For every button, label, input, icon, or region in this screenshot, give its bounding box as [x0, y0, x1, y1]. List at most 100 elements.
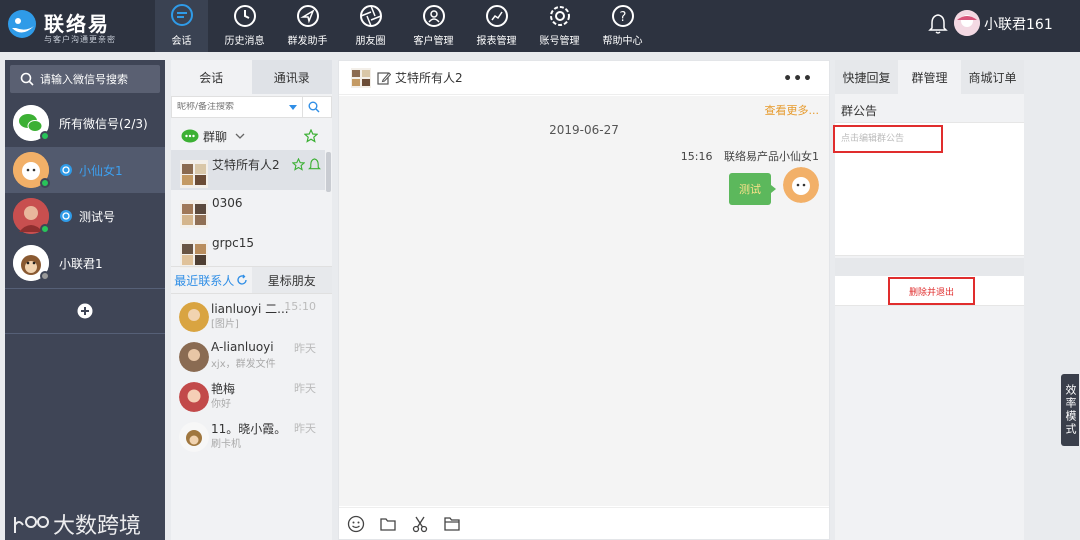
tab-quick-reply[interactable]: 快捷回复 — [835, 60, 898, 94]
tab-group-management[interactable]: 群管理 — [898, 60, 961, 94]
group-name: 0306 — [212, 196, 243, 210]
group-name: 艾特所有人2 — [212, 158, 280, 172]
search-icon — [20, 72, 34, 86]
recent-contact-item[interactable]: lianluoyi 二... [图片] 15:10 — [171, 298, 332, 338]
account-name: 小联君1 — [59, 256, 103, 271]
group-chat-header[interactable]: 群聊 — [171, 124, 332, 148]
online-dot — [40, 224, 50, 234]
group-item-actions — [289, 158, 321, 171]
group-item[interactable]: grpc15 — [171, 230, 325, 270]
logo-bird-icon — [8, 10, 36, 38]
plus-circle-icon — [77, 303, 93, 319]
tab-sessions[interactable]: 会话 — [171, 60, 252, 94]
account-all[interactable]: 所有微信号(2/3) — [5, 100, 165, 146]
scissors-icon[interactable] — [411, 515, 429, 533]
quit-row: 删除并退出 — [835, 276, 1024, 306]
bell-icon[interactable] — [928, 13, 948, 35]
message-sender: 联络易产品小仙女1 — [724, 150, 819, 163]
edit-icon[interactable] — [377, 71, 391, 85]
group-notice-editor[interactable]: 点击编辑群公告 — [833, 122, 1024, 256]
chat-messages: 查看更多... 2019-06-27 15:16 联络易产品小仙女1 测试 — [339, 96, 829, 506]
recent-contact-item[interactable]: A-lianluoyi xjx，群发文件 昨天 — [171, 338, 332, 378]
contact-time: 15:10 — [284, 300, 316, 313]
nav-label: 群发助手 — [287, 36, 328, 47]
message-meta: 15:16 联络易产品小仙女1 — [681, 148, 819, 164]
wechat-badge-icon — [60, 210, 72, 222]
tab-mall-orders[interactable]: 商城订单 — [961, 60, 1024, 94]
nav-customers[interactable]: 客户管理 — [407, 0, 460, 52]
account-xiaolianjun1[interactable]: 小联君1 — [5, 240, 165, 286]
user-name[interactable]: 小联君161 — [984, 14, 1053, 34]
view-more-link[interactable]: 查看更多... — [765, 102, 820, 118]
group-avatar-image — [180, 200, 208, 228]
watermark-logo-icon — [14, 516, 49, 533]
chat-window: 艾特所有人2 ••• 查看更多... 2019-06-27 15:16 联络易产… — [338, 60, 830, 540]
star-outline-icon[interactable] — [304, 129, 318, 143]
nav-label: 会话 — [171, 36, 192, 47]
folder-icon[interactable] — [379, 515, 397, 533]
group-chat-label: 群聊 — [203, 129, 228, 144]
aperture-icon — [359, 5, 382, 27]
main-nav: 会话 历史消息 群发助手 朋友圈 客户管理 报表管理 账号管理 ? 帮助中心 — [155, 0, 659, 52]
group-notice-title: 群公告 — [841, 104, 878, 118]
group-item[interactable]: 艾特所有人2 — [171, 150, 325, 190]
contact-last-message: 你好 — [211, 399, 231, 410]
gear-icon — [549, 6, 570, 26]
contact-avatar-image — [179, 342, 209, 372]
tab-recent-contacts[interactable]: 最近联系人 — [171, 267, 252, 293]
watermark: 大数跨境 — [13, 508, 141, 540]
chat-header: 艾特所有人2 ••• — [339, 61, 829, 95]
wechat-logo-avatar — [13, 105, 50, 141]
nav-accounts[interactable]: 账号管理 — [533, 0, 586, 52]
message-bubble[interactable]: 测试 — [729, 173, 776, 205]
nav-chat[interactable]: 会话 — [155, 0, 208, 52]
bell-outline-icon[interactable] — [308, 158, 321, 171]
contacts-panel: 会话 通讯录 群聊 艾特所有人2 0306 grpc15 最近联系 — [171, 60, 332, 540]
tab-starred-friends[interactable]: 星标朋友 — [251, 267, 332, 293]
star-outline-icon[interactable] — [292, 158, 305, 171]
chart-icon — [485, 5, 508, 27]
filter-dropdown[interactable] — [284, 98, 302, 116]
nav-broadcast[interactable]: 群发助手 — [281, 0, 334, 52]
account-test[interactable]: 测试号 — [5, 193, 165, 239]
contact-search — [171, 96, 332, 118]
recent-contact-item[interactable]: 艳梅 你好 昨天 — [171, 378, 332, 418]
tab-address-book[interactable]: 通讯录 — [251, 60, 332, 94]
contact-time: 昨天 — [294, 382, 316, 395]
contacts-scrollbar[interactable] — [326, 152, 331, 192]
document-icon[interactable] — [443, 515, 461, 533]
divider — [835, 258, 1024, 276]
nav-moments[interactable]: 朋友圈 — [344, 0, 397, 52]
brand-tagline: 与客户沟通更亲密 — [44, 35, 116, 44]
contact-time: 昨天 — [294, 342, 316, 355]
account-name: 小仙女1 — [59, 162, 123, 179]
top-bar: 联络易 与客户沟通更亲密 会话 历史消息 群发助手 朋友圈 客户管理 报表管理 — [0, 0, 1080, 52]
clock-icon — [233, 5, 256, 27]
account-search[interactable]: 请输入微信号搜索 — [10, 65, 160, 93]
user-avatar[interactable] — [954, 10, 980, 36]
group-item[interactable]: 0306 — [171, 190, 325, 230]
emoji-icon[interactable] — [347, 515, 365, 533]
person-icon — [422, 5, 445, 27]
more-options-button[interactable]: ••• — [783, 71, 813, 87]
contact-avatar-image — [179, 302, 209, 332]
watermark-text: 大数跨境 — [53, 514, 142, 539]
delete-and-quit-button[interactable]: 删除并退出 — [888, 277, 975, 305]
group-chat-icon — [181, 129, 199, 143]
contact-search-input[interactable] — [172, 102, 284, 112]
nav-history[interactable]: 历史消息 — [218, 0, 271, 52]
recent-contact-item[interactable]: 11。晓小霞。 刷卡机 昨天 — [171, 418, 332, 458]
nav-help[interactable]: ? 帮助中心 — [596, 0, 649, 52]
account-name-text: 测试号 — [79, 209, 116, 224]
contact-search-button[interactable] — [302, 97, 324, 117]
nav-label: 报表管理 — [476, 36, 517, 47]
account-sidebar: 请输入微信号搜索 所有微信号(2/3) 小仙女1 测试号 小联君1 大数跨境 — [5, 60, 165, 540]
add-account-button[interactable] — [5, 288, 165, 334]
account-name-text: 小仙女1 — [79, 163, 123, 178]
contact-avatar-image — [179, 382, 209, 412]
account-xiaoxiannv1[interactable]: 小仙女1 — [5, 147, 165, 193]
brand-logo[interactable]: 联络易 与客户沟通更亲密 — [4, 4, 154, 48]
nav-reports[interactable]: 报表管理 — [470, 0, 523, 52]
efficiency-mode-toggle[interactable]: 效率模式 — [1061, 374, 1079, 446]
online-dot — [40, 178, 50, 188]
